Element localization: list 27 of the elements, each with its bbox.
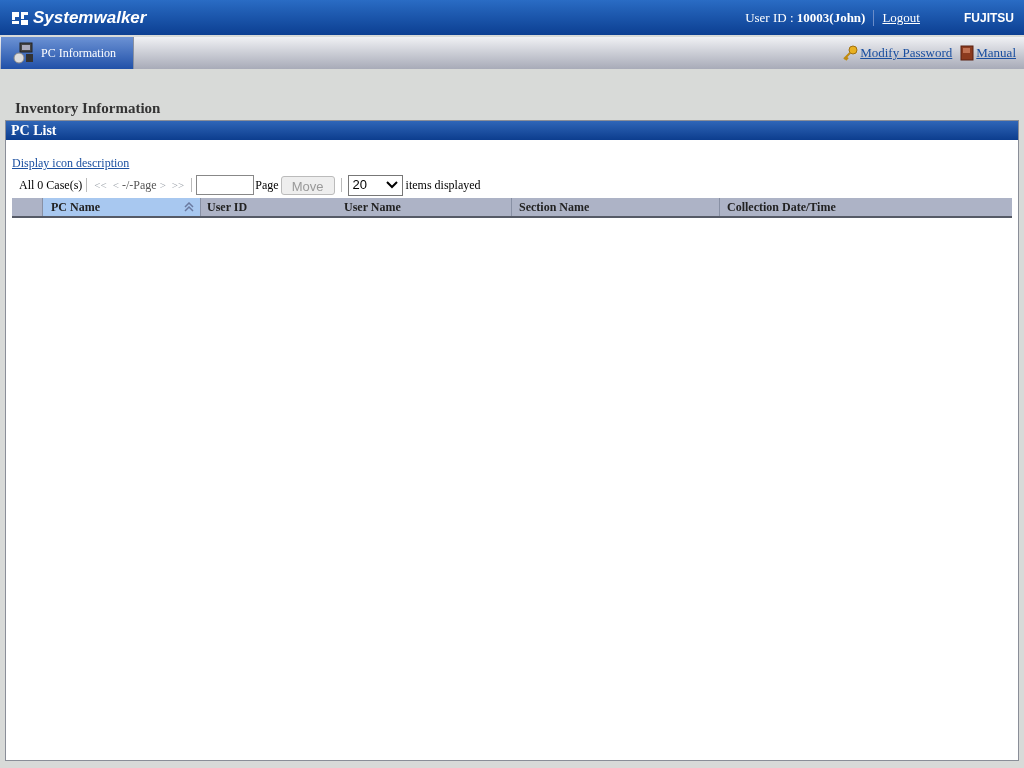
- nav-link[interactable]: Modify Password: [860, 43, 953, 63]
- record-count: All 0 Case(s): [19, 177, 83, 194]
- nav-tab[interactable]: PC Information: [1, 37, 134, 69]
- column-header[interactable]: Section Name: [512, 198, 720, 216]
- logout-link[interactable]: Logout: [882, 7, 920, 28]
- column-header[interactable]: PC Name: [43, 198, 201, 216]
- chevron-down-icon: [385, 181, 398, 189]
- brand-name: Systemwalker: [33, 6, 147, 29]
- column-header[interactable]: Collection Date/Time: [720, 198, 1012, 216]
- page-info: -/-Page: [121, 177, 157, 194]
- vendor-logo: FUJITSU: [964, 9, 1014, 27]
- per-page-select[interactable]: 20: [347, 174, 403, 196]
- user-id-label: User ID : 10003(John): [745, 8, 866, 27]
- per-page-label: items displayed: [405, 177, 481, 194]
- nav-link[interactable]: Manual: [976, 43, 1016, 63]
- logo-icon: [10, 9, 30, 26]
- panel-title: PC List: [6, 121, 1018, 140]
- sort-ascending-icon: [184, 202, 194, 212]
- page-title: Inventory Information: [15, 99, 162, 118]
- computer-icon: [13, 42, 35, 64]
- column-header[interactable]: User Name: [335, 198, 512, 216]
- page-label: Page: [255, 177, 279, 194]
- column-header[interactable]: User ID: [201, 198, 335, 216]
- icon-description-link[interactable]: Display icon description: [12, 156, 130, 170]
- page-input[interactable]: [196, 175, 255, 195]
- key-icon: [842, 45, 859, 61]
- book-icon: [960, 45, 975, 61]
